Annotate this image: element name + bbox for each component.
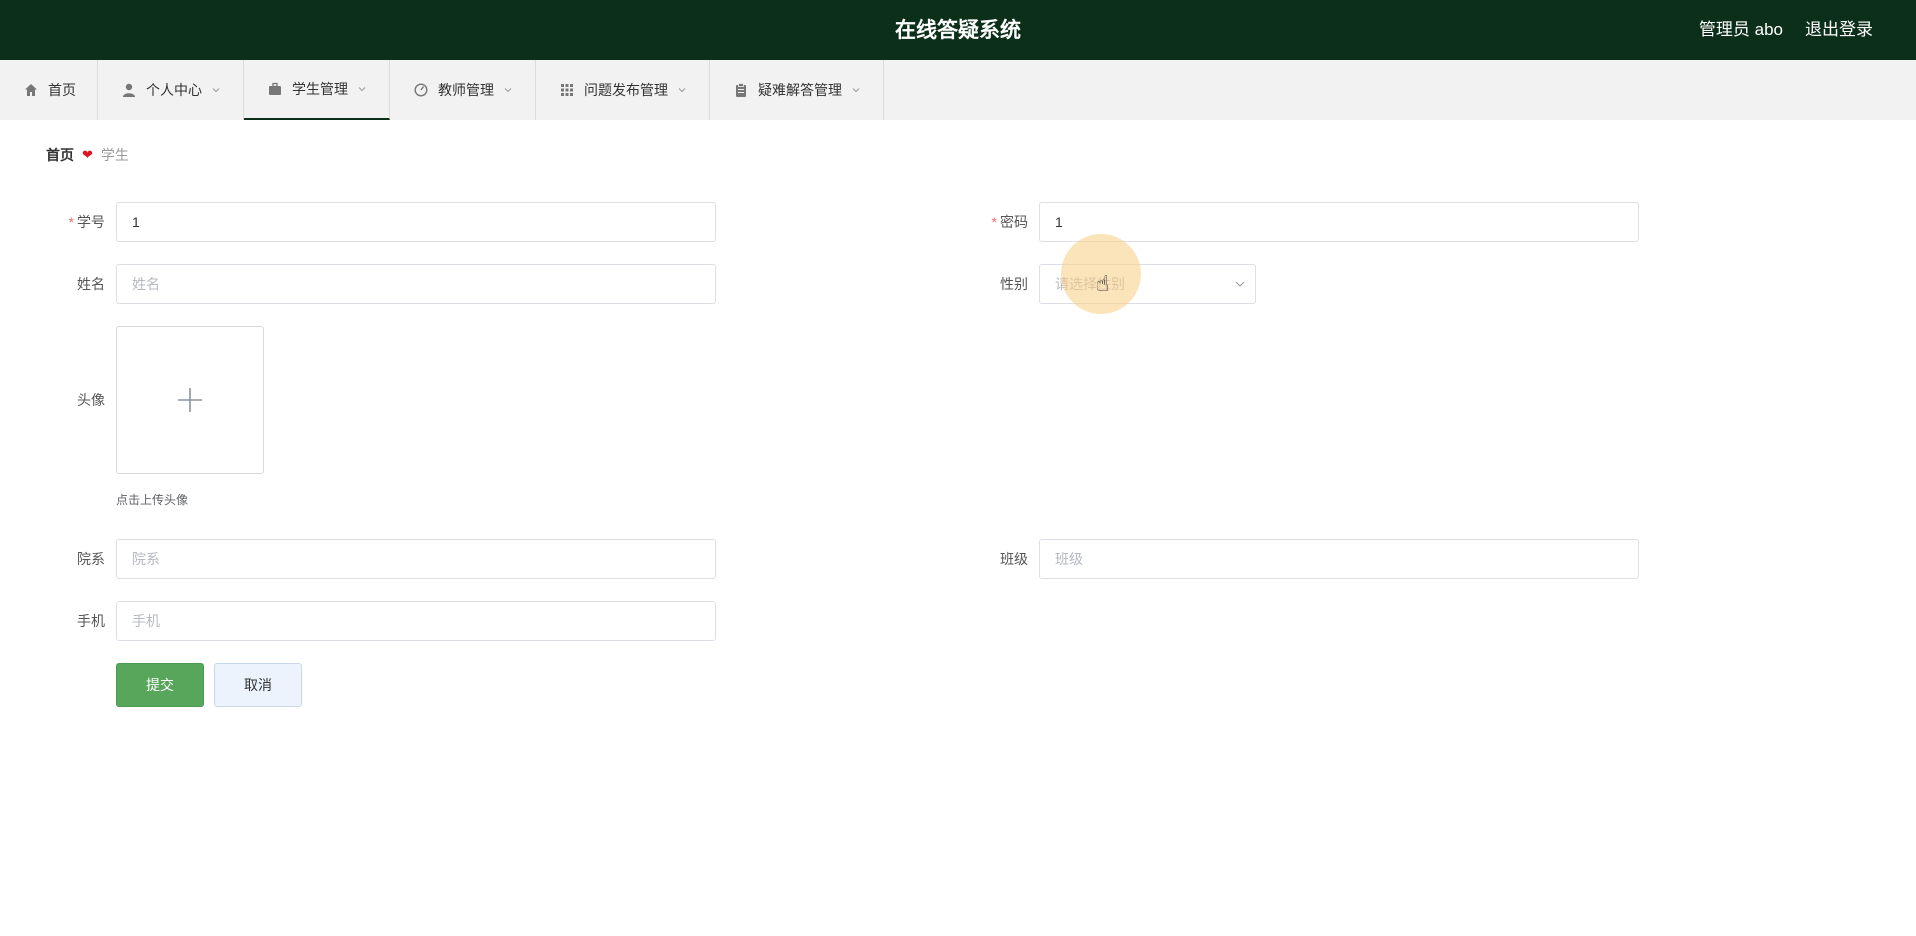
plus-icon xyxy=(178,388,202,412)
chevron-down-icon xyxy=(212,88,220,93)
phone-label: 手机 xyxy=(77,613,105,629)
clipboard-icon xyxy=(736,83,746,97)
student-id-label: * 学号 xyxy=(68,214,105,230)
breadcrumb-home[interactable]: 首页 xyxy=(46,145,74,165)
app-title: 在线答疑系统 xyxy=(895,19,1021,42)
top-header: 在线答疑系统 管理员 abo 退出登录 xyxy=(0,0,1916,60)
main-nav: 首页 个人中心 学生管理 教师管理 问题发布管理 疑难解答管理 xyxy=(0,60,1916,120)
student-id-input[interactable]: 1 xyxy=(116,202,716,242)
current-user-label: 管理员 abo xyxy=(1698,20,1783,39)
nav-item-answer-management[interactable]: 疑难解答管理 xyxy=(710,60,884,120)
nav-item-label: 个人中心 xyxy=(146,82,202,98)
avatar-label: 头像 xyxy=(77,392,105,408)
grid-icon xyxy=(561,84,573,96)
submit-button[interactable]: 提交 xyxy=(116,663,204,707)
required-mark: * xyxy=(68,214,74,230)
heart-icon: ❤ xyxy=(82,147,93,162)
breadcrumb: 首页 ❤ 学生 xyxy=(24,130,1894,180)
cancel-button[interactable]: 取消 xyxy=(214,663,302,707)
breadcrumb-current: 学生 xyxy=(100,147,129,163)
phone-input[interactable]: 手机 xyxy=(116,601,716,641)
nav-item-label: 疑难解答管理 xyxy=(758,82,842,98)
nav-item-label: 问题发布管理 xyxy=(584,82,668,98)
nav-item-label: 首页 xyxy=(48,82,76,98)
user-icon xyxy=(123,83,135,97)
department-input[interactable]: 院系 xyxy=(116,539,716,579)
chevron-down-icon xyxy=(358,87,366,92)
password-label: * 密码 xyxy=(991,214,1028,230)
nav-item-student-management[interactable]: 学生管理 xyxy=(244,60,390,120)
chevron-down-icon xyxy=(1235,281,1245,287)
nav-item-label: 教师管理 xyxy=(438,82,494,98)
nav-item-question-publishing[interactable]: 问题发布管理 xyxy=(536,60,710,120)
nav-item-personal-center[interactable]: 个人中心 xyxy=(98,60,244,120)
class-input[interactable]: 班级 xyxy=(1039,539,1639,579)
gender-label: 性别 xyxy=(1000,276,1028,292)
department-label: 院系 xyxy=(77,551,105,567)
nav-item-label: 学生管理 xyxy=(292,81,348,97)
chevron-down-icon xyxy=(678,88,686,93)
gender-select-placeholder: 请选择性别 xyxy=(1055,276,1125,292)
logout-link[interactable]: 退出登录 xyxy=(1805,0,1873,60)
chevron-down-icon xyxy=(852,88,860,93)
gauge-icon xyxy=(414,83,428,97)
name-label: 姓名 xyxy=(77,276,105,292)
chevron-down-icon xyxy=(504,88,512,93)
avatar-uploader[interactable] xyxy=(116,326,264,474)
home-icon xyxy=(25,84,37,96)
class-label: 班级 xyxy=(1000,551,1028,567)
name-input[interactable]: 姓名 xyxy=(116,264,716,304)
nav-item-home[interactable]: 首页 xyxy=(0,60,98,120)
gender-select[interactable]: 请选择性别 xyxy=(1039,264,1256,304)
nav-item-teacher-management[interactable]: 教师管理 xyxy=(390,60,536,120)
avatar-upload-hint: 点击上传头像 xyxy=(116,493,189,507)
briefcase-icon xyxy=(269,82,281,95)
required-mark: * xyxy=(991,214,997,230)
password-input[interactable]: 1 xyxy=(1039,202,1639,242)
